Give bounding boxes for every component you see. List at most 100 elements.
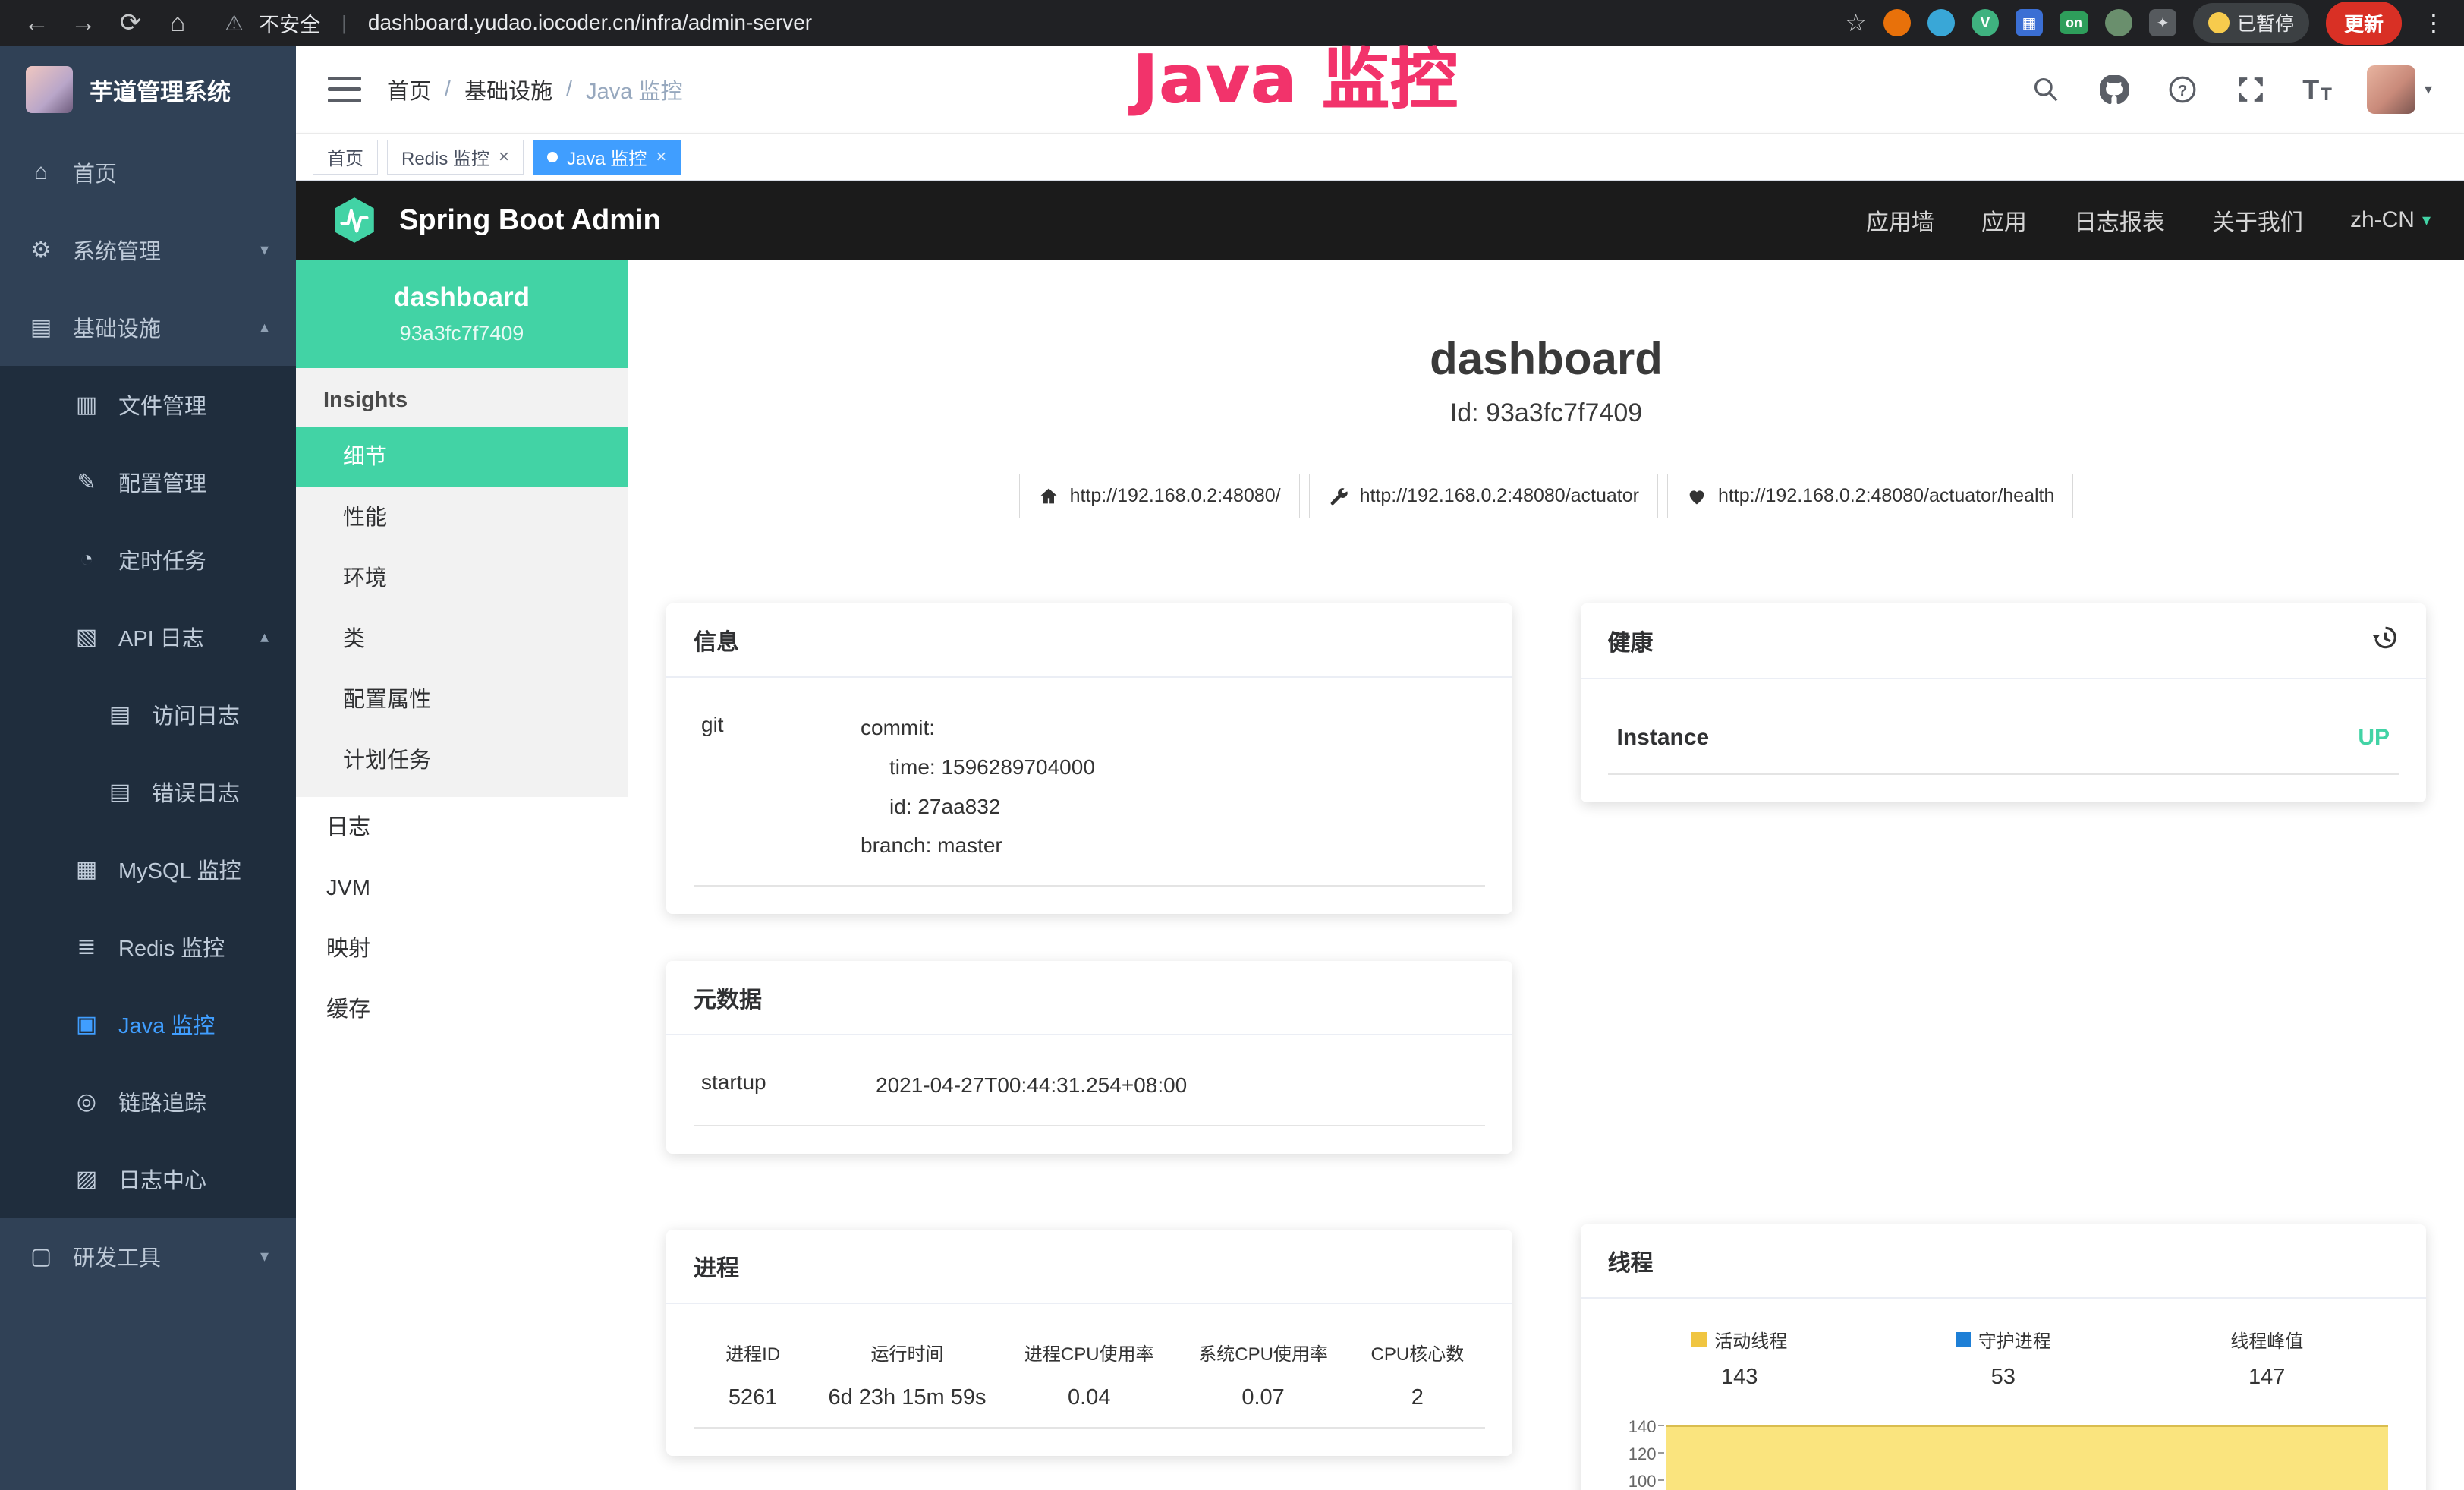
link-service-url[interactable]: http://192.168.0.2:48080/ (1019, 474, 1300, 518)
sidebar-item-home[interactable]: ⌂ 首页 (0, 134, 296, 211)
metadata-key: startup (701, 1066, 876, 1105)
extension-icon-leaf[interactable] (2105, 9, 2132, 36)
extension-icon-vue[interactable]: V (1972, 9, 1999, 36)
tab-close-icon[interactable]: × (499, 146, 509, 168)
link-actuator-url[interactable]: http://192.168.0.2:48080/actuator (1309, 474, 1658, 518)
sidebar-item-redis[interactable]: ≣ Redis 监控 (0, 908, 296, 985)
breadcrumb-separator: / (566, 77, 572, 102)
threads-chart-y-axis: 140 120 100 (1608, 1417, 1666, 1490)
browser-home-icon[interactable]: ⌂ (158, 8, 197, 38)
tab-close-icon[interactable]: × (656, 146, 666, 168)
smiley-icon (2208, 12, 2230, 33)
sba-body: dashboard 93a3fc7f7409 Insights 细节 性能 环境… (296, 260, 2464, 1490)
threads-card-title: 线程 (1581, 1224, 2427, 1299)
screen: ← → ⟳ ⌂ ⚠ 不安全 | dashboard.yudao.iocoder.… (0, 0, 2464, 1490)
app-topbar: 首页 / 基础设施 / Java 监控 ? (296, 46, 2464, 134)
sba-menu-details[interactable]: 细节 (296, 427, 628, 487)
font-size-icon[interactable]: TT (2302, 74, 2332, 106)
sidebar-item-label: 系统管理 (73, 234, 161, 266)
sidebar-item-label: 文件管理 (118, 389, 206, 421)
process-col-pid: 进程ID (694, 1331, 812, 1376)
instance-title: dashboard (666, 332, 2426, 385)
sba-menu-environment[interactable]: 环境 (296, 548, 628, 609)
sba-language-select[interactable]: zh-CN ▾ (2350, 207, 2431, 233)
sidebar-item-devtools[interactable]: ▢ 研发工具 ▾ (0, 1218, 296, 1295)
sba-menu-jvm[interactable]: JVM (296, 858, 628, 918)
security-label[interactable]: 不安全 (259, 8, 320, 38)
link-health-url[interactable]: http://192.168.0.2:48080/actuator/health (1667, 474, 2073, 518)
sidebar-item-label: 访问日志 (152, 698, 240, 730)
sidebar-item-trace[interactable]: ◎ 链路追踪 (0, 1063, 296, 1140)
sidebar-item-apilog[interactable]: ▧ API 日志 ▴ (0, 598, 296, 676)
collapse-sidebar-icon[interactable] (328, 77, 361, 102)
database-icon: ▦ (73, 856, 100, 883)
info-card-title: 信息 (666, 603, 1512, 678)
sidebar-item-accesslog[interactable]: ▤ 访问日志 (0, 676, 296, 753)
sba-nav-about[interactable]: 关于我们 (2212, 203, 2303, 237)
sba-nav-wall[interactable]: 应用墙 (1866, 203, 1934, 237)
link-label: http://192.168.0.2:48080/actuator (1360, 485, 1639, 507)
sidebar-item-file[interactable]: ▥ 文件管理 (0, 366, 296, 443)
sba-main: dashboard Id: 93a3fc7f7409 http://192.16… (628, 260, 2464, 1490)
github-icon[interactable] (2097, 73, 2131, 106)
breadcrumb-infra[interactable]: 基础设施 (464, 74, 552, 106)
status-badge: UP (2358, 725, 2390, 751)
extension-icon-droplet[interactable] (1927, 9, 1955, 36)
refresh-icon[interactable]: ⟳ (111, 8, 150, 38)
extension-icon-puzzle[interactable]: ✦ (2149, 9, 2176, 36)
back-icon[interactable]: ← (17, 8, 56, 38)
fullscreen-icon[interactable] (2234, 73, 2267, 106)
address-url[interactable]: dashboard.yudao.iocoder.cn/infra/admin-s… (368, 11, 812, 35)
user-menu[interactable]: ▾ (2367, 65, 2432, 114)
sidebar-item-job[interactable]: ◔ 定时任务 (0, 521, 296, 598)
avatar (2367, 65, 2415, 114)
history-icon[interactable] (2370, 623, 2399, 658)
sba-menu-caches[interactable]: 缓存 (296, 979, 628, 1040)
legend-peak-threads: 线程峰值 147 (2135, 1326, 2399, 1390)
breadcrumb-home[interactable]: 首页 (387, 74, 431, 106)
paused-badge[interactable]: 已暂停 (2193, 3, 2309, 43)
cards-grid: 信息 git commit: time: 1596289704000 id: 2… (666, 603, 2426, 1490)
extension-icon-on-badge[interactable]: on (2060, 11, 2088, 34)
extension-icon-orange[interactable] (1883, 9, 1911, 36)
app-logo[interactable]: 芋道管理系统 (0, 46, 296, 134)
sidebar-item-errorlog[interactable]: ▤ 错误日志 (0, 753, 296, 830)
sba-nav-applications[interactable]: 应用 (1981, 203, 2027, 237)
browser-menu-icon[interactable]: ⋮ (2422, 8, 2447, 37)
sba-nav-journal[interactable]: 日志报表 (2074, 203, 2165, 237)
forward-icon[interactable]: → (64, 8, 103, 38)
sba-menu-classes[interactable]: 类 (296, 609, 628, 669)
sidebar-item-label: API 日志 (118, 621, 204, 653)
link-label: http://192.168.0.2:48080/ (1070, 485, 1281, 507)
sba-menu-configprops[interactable]: 配置属性 (296, 669, 628, 730)
sidebar-item-config[interactable]: ✎ 配置管理 (0, 443, 296, 521)
tab-java-monitor[interactable]: Java 监控 × (533, 140, 681, 175)
chrome-update-button[interactable]: 更新 (2326, 2, 2402, 45)
sba-menu-scheduled[interactable]: 计划任务 (296, 730, 628, 791)
legend-daemon-threads: 守护进程 53 (1871, 1326, 2135, 1390)
spring-boot-admin: Spring Boot Admin 应用墙 应用 日志报表 关于我们 zh-CN… (296, 181, 2464, 1490)
sidebar-item-mysql[interactable]: ▦ MySQL 监控 (0, 830, 296, 908)
sidebar-item-system[interactable]: ⚙ 系统管理 ▾ (0, 211, 296, 288)
sidebar-item-logcenter[interactable]: ▨ 日志中心 (0, 1140, 296, 1218)
tab-redis-monitor[interactable]: Redis 监控 × (387, 140, 524, 175)
search-icon[interactable] (2029, 73, 2063, 106)
extension-icon-grid[interactable]: ▦ (2016, 9, 2043, 36)
sidebar-item-java[interactable]: ▣ Java 监控 (0, 985, 296, 1063)
insecure-warning-icon: ⚠ (225, 11, 244, 36)
sba-menu-mappings[interactable]: 映射 (296, 918, 628, 979)
sba-nav: 应用墙 应用 日志报表 关于我们 zh-CN ▾ (1866, 203, 2431, 237)
peak-threads-value: 147 (2135, 1365, 2399, 1390)
browser-toolbar-right: ☆ V ▦ on ✦ 已暂停 更新 ⋮ (1845, 2, 2447, 45)
tab-home[interactable]: 首页 (313, 140, 378, 175)
sidebar-item-infra[interactable]: ▤ 基础设施 ▴ (0, 288, 296, 366)
process-syscpu: 0.07 (1176, 1376, 1350, 1428)
bookmark-star-icon[interactable]: ☆ (1845, 8, 1867, 37)
sba-menu-logs[interactable]: 日志 (296, 797, 628, 858)
sba-menu-metrics[interactable]: 性能 (296, 487, 628, 548)
sba-instance-header[interactable]: dashboard 93a3fc7f7409 (296, 260, 628, 368)
heartbeat-icon (1686, 486, 1707, 507)
help-icon[interactable]: ? (2166, 73, 2199, 106)
process-uptime: 6d 23h 15m 59s (812, 1376, 1002, 1428)
info-value: commit: time: 1596289704000 id: 27aa832 … (861, 708, 1095, 865)
